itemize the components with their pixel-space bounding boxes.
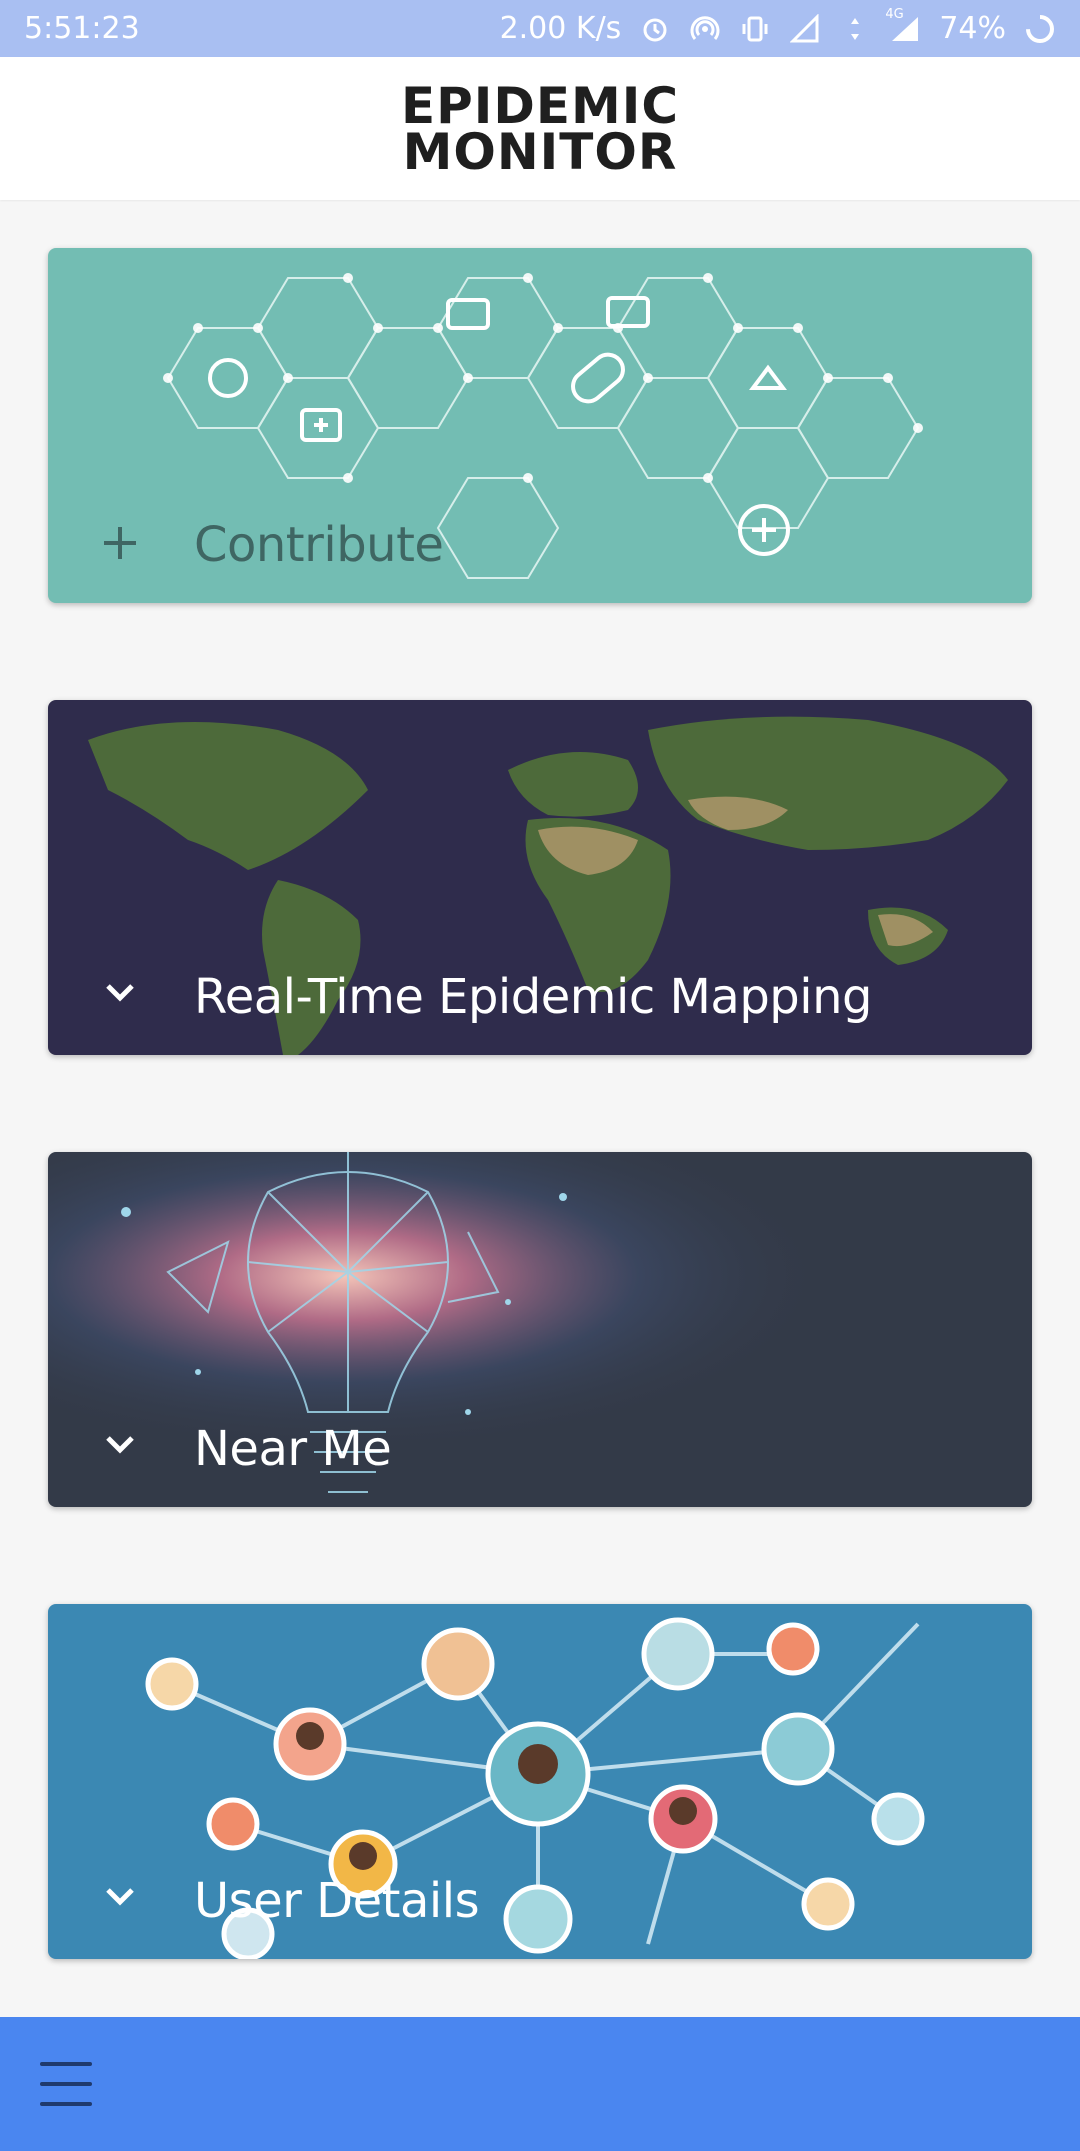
bottom-app-bar [0,2017,1080,2151]
logo-line-1: EPIDEMIC [400,76,680,135]
vibrate-icon [739,13,771,45]
contribute-card[interactable]: Contribute [48,248,1032,603]
signal-icon [789,13,821,45]
alarm-icon [639,13,671,45]
logo-line-2: MONITOR [402,122,678,181]
chevron-down-icon [100,1877,140,1917]
menu-icon[interactable] [40,2062,92,2106]
network-type: 4G [885,6,904,22]
chevron-down-icon [100,1425,140,1465]
user-details-card[interactable]: User Details [48,1604,1032,1959]
network-speed: 2.00 K/s [499,11,622,46]
app-header: EPIDEMIC MONITOR [0,57,1080,200]
user-details-label: User Details [194,1873,480,1929]
battery-percent: 74% [939,11,1006,46]
hotspot-icon [689,13,721,45]
epidemic-mapping-card[interactable]: Real-Time Epidemic Mapping [48,700,1032,1055]
status-time: 5:51:23 [24,11,140,46]
epidemic-mapping-label: Real-Time Epidemic Mapping [194,969,872,1025]
plus-icon [100,523,140,563]
chevron-down-icon [100,973,140,1013]
contribute-label: Contribute [194,517,444,573]
data-arrows-icon [839,13,871,45]
app-logo: EPIDEMIC MONITOR [400,76,680,181]
signal-4g-icon: 4G [885,7,921,45]
status-icons: 2.00 K/s 4G 74% [499,7,1056,46]
status-bar: 5:51:23 2.00 K/s 4G 74% [0,0,1080,57]
near-me-label: Near Me [194,1421,392,1477]
near-me-card[interactable]: Near Me [48,1152,1032,1507]
battery-icon [1024,13,1056,45]
